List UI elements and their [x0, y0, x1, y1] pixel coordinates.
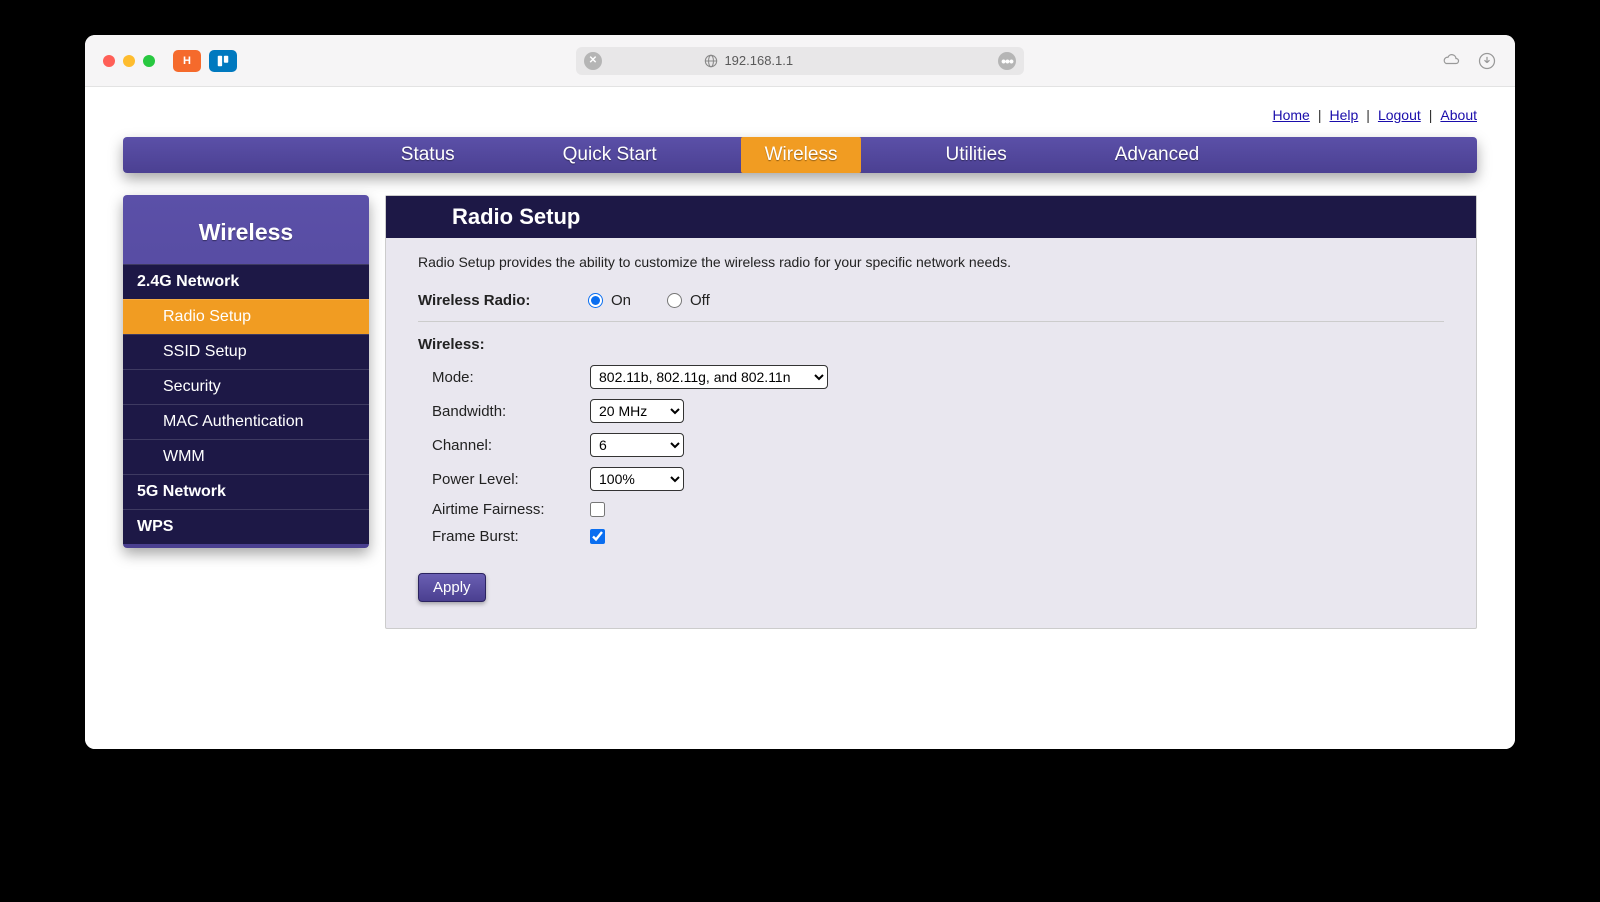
power-label: Power Level: — [432, 471, 590, 488]
link-home[interactable]: Home — [1273, 107, 1310, 123]
globe-icon — [704, 54, 718, 68]
wireless-radio-group: On Off — [588, 292, 710, 309]
sidebar-item-5g[interactable]: 5G Network — [123, 474, 369, 509]
apply-button[interactable]: Apply — [418, 573, 486, 602]
page-content: Home | Help | Logout | About Status Quic… — [85, 87, 1515, 749]
extension-h-icon[interactable]: H — [173, 50, 201, 72]
power-row: Power Level: 100% — [418, 467, 1444, 491]
mode-select[interactable]: 802.11b, 802.11g, and 802.11n — [590, 365, 828, 389]
close-window-button[interactable] — [103, 55, 115, 67]
cloud-icon[interactable] — [1441, 51, 1461, 71]
main-nav: Status Quick Start Wireless Utilities Ad… — [123, 137, 1477, 173]
sidebar-item-wps[interactable]: WPS — [123, 509, 369, 544]
panel-body: Radio Setup provides the ability to cust… — [386, 238, 1476, 628]
radio-off-label: Off — [690, 292, 710, 309]
sidebar: Wireless 2.4G Network Radio Setup SSID S… — [123, 195, 369, 548]
sidebar-title: Wireless — [123, 195, 369, 264]
separator: | — [1429, 107, 1433, 123]
link-help[interactable]: Help — [1330, 107, 1359, 123]
tab-status[interactable]: Status — [377, 137, 479, 173]
tab-quick-start[interactable]: Quick Start — [539, 137, 681, 173]
frameburst-row: Frame Burst: — [418, 528, 1444, 545]
main-panel: Radio Setup Radio Setup provides the abi… — [385, 195, 1477, 629]
address-bar[interactable]: ✕ 192.168.1.1 ••• — [576, 47, 1024, 75]
top-link-bar: Home | Help | Logout | About — [123, 87, 1477, 137]
separator: | — [1318, 107, 1322, 123]
airtime-label: Airtime Fairness: — [432, 501, 590, 518]
extension-trello-icon[interactable] — [209, 50, 237, 72]
separator: | — [1366, 107, 1370, 123]
mode-label: Mode: — [432, 369, 590, 386]
minimize-window-button[interactable] — [123, 55, 135, 67]
airtime-checkbox[interactable] — [590, 502, 605, 517]
radio-on-label: On — [611, 292, 631, 309]
mode-row: Mode: 802.11b, 802.11g, and 802.11n — [418, 365, 1444, 389]
window-controls — [103, 55, 155, 67]
browser-right-controls — [1441, 51, 1497, 71]
wireless-section-label: Wireless: — [418, 336, 1444, 353]
bandwidth-row: Bandwidth: 20 MHz — [418, 399, 1444, 423]
link-logout[interactable]: Logout — [1378, 107, 1421, 123]
sidebar-item-ssid-setup[interactable]: SSID Setup — [123, 334, 369, 369]
power-select[interactable]: 100% — [590, 467, 684, 491]
frameburst-checkbox[interactable] — [590, 529, 605, 544]
panel-title: Radio Setup — [386, 196, 1476, 238]
radio-off-option[interactable]: Off — [667, 292, 710, 309]
radio-on-input[interactable] — [588, 293, 603, 308]
channel-select[interactable]: 6 — [590, 433, 684, 457]
content-row: Wireless 2.4G Network Radio Setup SSID S… — [123, 195, 1477, 629]
tab-wireless[interactable]: Wireless — [741, 137, 862, 173]
frameburst-label: Frame Burst: — [432, 528, 590, 545]
sidebar-item-security[interactable]: Security — [123, 369, 369, 404]
airtime-row: Airtime Fairness: — [418, 501, 1444, 518]
bandwidth-label: Bandwidth: — [432, 403, 590, 420]
divider — [418, 321, 1444, 322]
browser-window: H ✕ 192.168.1.1 ••• Home | Help | Logout… — [85, 35, 1515, 749]
pinned-extensions: H — [173, 50, 237, 72]
sidebar-item-wmm[interactable]: WMM — [123, 439, 369, 474]
browser-titlebar: H ✕ 192.168.1.1 ••• — [85, 35, 1515, 87]
wireless-radio-label: Wireless Radio: — [418, 292, 588, 309]
panel-description: Radio Setup provides the ability to cust… — [418, 254, 1444, 270]
link-about[interactable]: About — [1440, 107, 1477, 123]
bandwidth-select[interactable]: 20 MHz — [590, 399, 684, 423]
maximize-window-button[interactable] — [143, 55, 155, 67]
radio-off-input[interactable] — [667, 293, 682, 308]
channel-label: Channel: — [432, 437, 590, 454]
sidebar-item-mac-auth[interactable]: MAC Authentication — [123, 404, 369, 439]
tab-advanced[interactable]: Advanced — [1091, 137, 1224, 173]
url-text: 192.168.1.1 — [724, 53, 793, 68]
sidebar-item-radio-setup[interactable]: Radio Setup — [123, 299, 369, 334]
channel-row: Channel: 6 — [418, 433, 1444, 457]
radio-on-option[interactable]: On — [588, 292, 631, 309]
url-display: 192.168.1.1 — [704, 53, 793, 68]
reader-options-icon[interactable]: ••• — [998, 52, 1016, 70]
sidebar-item-24g[interactable]: 2.4G Network — [123, 264, 369, 299]
downloads-icon[interactable] — [1477, 51, 1497, 71]
wireless-radio-row: Wireless Radio: On Off — [418, 292, 1444, 309]
blocked-icon[interactable]: ✕ — [584, 52, 602, 70]
tab-utilities[interactable]: Utilities — [921, 137, 1030, 173]
